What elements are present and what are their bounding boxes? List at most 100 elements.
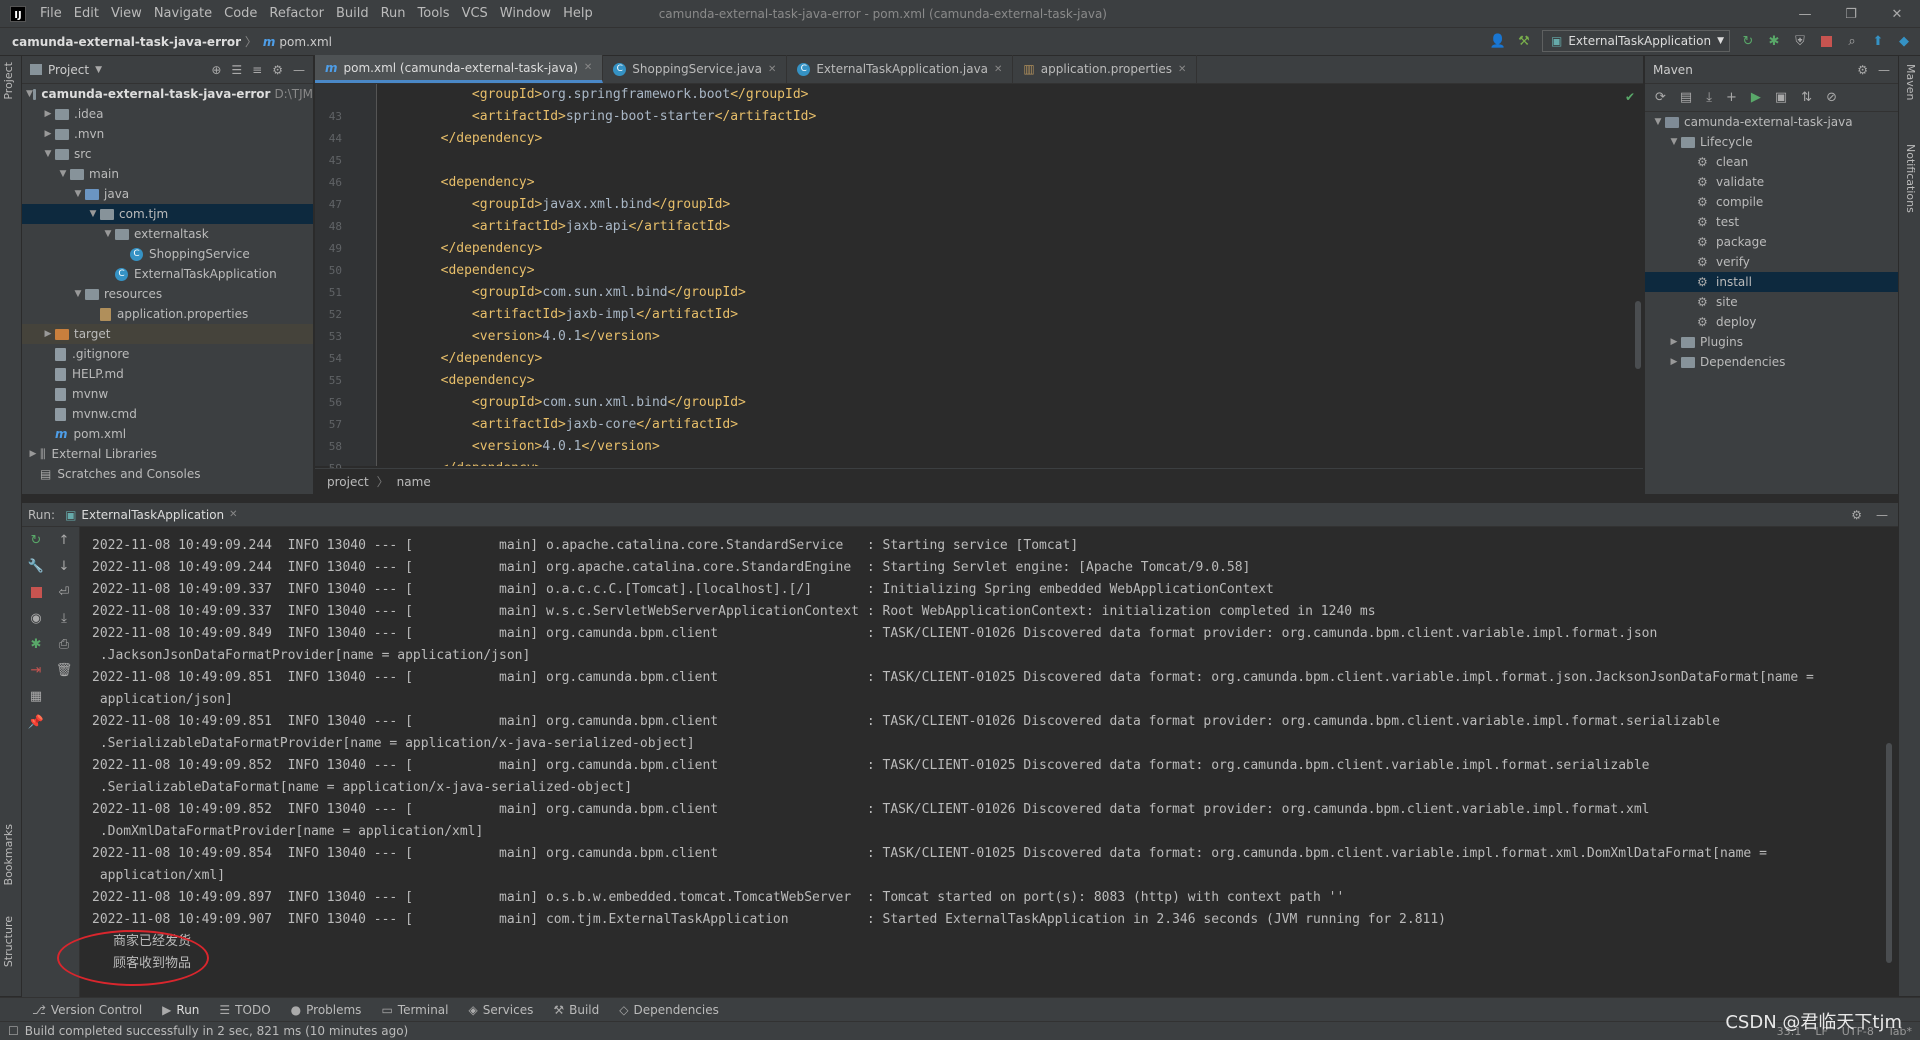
bookmarks-tool-tab[interactable]: Bookmarks [2, 824, 15, 885]
console-output[interactable]: 2022-11-08 10:49:09.244 INFO 13040 --- [… [92, 527, 1878, 997]
wrench-icon[interactable]: 🔧 [22, 553, 50, 579]
tree-item[interactable]: ▼ main [22, 164, 313, 184]
locate-icon[interactable]: ⊕ [211, 63, 221, 77]
tree-item[interactable]: C ExternalTaskApplication [22, 264, 313, 284]
chevron-right-icon[interactable]: ▶ [41, 109, 55, 119]
gear-icon[interactable]: ⚙ [1851, 508, 1862, 522]
tree-item[interactable]: ▶ target [22, 324, 313, 344]
chevron-down-icon[interactable]: ▼ [101, 229, 115, 239]
tree-item[interactable]: ▶ .mvn [22, 124, 313, 144]
add-icon[interactable]: + [1726, 90, 1737, 105]
maven-goal-package[interactable]: ⚙ package [1645, 232, 1898, 252]
tool-tab-build[interactable]: ⚒ Build [553, 1003, 599, 1017]
notifications-tool-tab[interactable]: Notifications [1904, 144, 1917, 213]
maven-goal-test[interactable]: ⚙ test [1645, 212, 1898, 232]
chevron-down-icon[interactable]: ▼ [71, 289, 85, 299]
run-icon[interactable]: ▶ [1751, 90, 1761, 105]
chevron-down-icon[interactable]: ▼ [1667, 137, 1681, 147]
chevron-down-icon[interactable]: ▼ [41, 149, 55, 159]
editor-breadcrumb-name[interactable]: name [397, 475, 431, 489]
maven-tool-tab[interactable]: Maven [1904, 64, 1917, 100]
tree-item[interactable]: C ShoppingService [22, 244, 313, 264]
expand-all-icon[interactable]: ☰ [231, 63, 242, 77]
menu-code[interactable]: Code [218, 6, 263, 21]
menu-edit[interactable]: Edit [68, 6, 105, 21]
tool-tab-run[interactable]: ▶ Run [162, 1003, 199, 1017]
menu-vcs[interactable]: VCS [456, 6, 494, 21]
skip-tests-icon[interactable]: ⊘ [1826, 90, 1837, 105]
tool-tab-terminal[interactable]: ▭ Terminal [381, 1003, 448, 1017]
gear-icon[interactable]: ⚙ [1857, 63, 1868, 77]
editor-tab[interactable]: C ExternalTaskApplication.java ✕ [787, 55, 1014, 83]
editor-tab[interactable]: m pom.xml (camunda-external-task-java) ✕ [315, 55, 604, 83]
update-icon[interactable]: ⬆ [1870, 33, 1886, 49]
code-view[interactable]: <groupId>org.springframework.boot</group… [378, 84, 1633, 466]
editor-scrollbar[interactable] [1635, 301, 1641, 369]
execute-goal-icon[interactable]: ▣ [1775, 90, 1787, 105]
tree-item[interactable]: ▼ resources [22, 284, 313, 304]
maven-dependencies[interactable]: ▶ Dependencies [1645, 352, 1898, 372]
chevron-right-icon[interactable]: ▶ [1667, 337, 1681, 347]
soft-wrap-icon[interactable]: ⏎ [50, 579, 78, 605]
editor-tab[interactable]: ▥ application.properties ✕ [1013, 55, 1198, 83]
chevron-down-icon[interactable]: ▼ [86, 209, 100, 219]
menu-help[interactable]: Help [557, 6, 599, 21]
gear-icon[interactable]: ⚙ [272, 63, 283, 77]
camera-icon[interactable]: ◉ [22, 605, 50, 631]
maven-goal-clean[interactable]: ⚙ clean [1645, 152, 1898, 172]
maven-goal-deploy[interactable]: ⚙ deploy [1645, 312, 1898, 332]
menu-view[interactable]: View [105, 6, 148, 21]
inspection-ok-icon[interactable]: ✔ [1625, 90, 1635, 104]
maven-goal-validate[interactable]: ⚙ validate [1645, 172, 1898, 192]
chevron-down-icon[interactable]: ▼ [56, 169, 70, 179]
editor-breadcrumb-project[interactable]: project [327, 475, 369, 489]
maven-goal-verify[interactable]: ⚙ verify [1645, 252, 1898, 272]
structure-tool-tab[interactable]: Structure [2, 916, 15, 967]
stop-icon[interactable] [1818, 33, 1834, 49]
maven-goal-compile[interactable]: ⚙ compile [1645, 192, 1898, 212]
debug-icon[interactable]: ✱ [22, 631, 50, 657]
menu-window[interactable]: Window [494, 6, 557, 21]
tool-tab-problems[interactable]: ● Problems [291, 1003, 362, 1017]
maven-goal-site[interactable]: ⚙ site [1645, 292, 1898, 312]
tree-item[interactable]: m pom.xml [22, 424, 313, 444]
tree-item[interactable]: ▼ src [22, 144, 313, 164]
tree-item[interactable]: ▼ com.tjm [22, 204, 313, 224]
stop-icon[interactable] [22, 579, 50, 605]
close-icon[interactable]: ✕ [768, 64, 776, 75]
close-icon[interactable]: ✕ [994, 64, 1002, 75]
tree-item[interactable]: .gitignore [22, 344, 313, 364]
hide-icon[interactable]: — [1876, 508, 1888, 522]
editor-tab[interactable]: C ShoppingService.java ✕ [603, 55, 788, 83]
menu-navigate[interactable]: Navigate [148, 6, 218, 21]
chevron-right-icon[interactable]: ▶ [41, 329, 55, 339]
breadcrumb-project[interactable]: camunda-external-task-java-error [12, 35, 241, 49]
tree-item[interactable]: mvnw.cmd [22, 404, 313, 424]
print-icon[interactable]: ⎙ [50, 631, 78, 657]
tool-tab-version-control[interactable]: ⎇ Version Control [32, 1003, 142, 1017]
status-message[interactable]: Build completed successfully in 2 sec, 8… [25, 1024, 408, 1038]
menu-run[interactable]: Run [375, 6, 412, 21]
rerun-icon[interactable]: ↻ [22, 527, 50, 553]
clear-icon[interactable]: 🗑 [50, 657, 78, 683]
tree-root[interactable]: ▼ camunda-external-task-java-error D:\TJ… [22, 84, 313, 104]
arrow-up-icon[interactable]: ↑ [50, 527, 78, 553]
chevron-down-icon[interactable]: ▼ [26, 89, 33, 99]
close-icon[interactable]: ✕ [584, 62, 592, 73]
tree-item[interactable]: ▼ externaltask [22, 224, 313, 244]
generate-sources-icon[interactable]: ▤ [1680, 90, 1692, 105]
tree-item[interactable]: ▶ ⫼ External Libraries [22, 444, 313, 464]
run-configuration-select[interactable]: ▣ ExternalTaskApplication ▼ [1542, 30, 1730, 52]
project-tool-tab[interactable]: Project [2, 62, 15, 100]
coverage-icon[interactable]: ⛨ [1792, 33, 1808, 49]
collapse-all-icon[interactable]: ≡ [252, 63, 262, 77]
maven-lifecycle[interactable]: ▼ Lifecycle [1645, 132, 1898, 152]
search-icon[interactable]: ⌕ [1844, 33, 1860, 49]
toggle-offline-icon[interactable]: ⇅ [1801, 90, 1812, 105]
tool-tab-services[interactable]: ◈ Services [469, 1003, 534, 1017]
chevron-right-icon[interactable]: ▶ [41, 129, 55, 139]
tree-item[interactable]: HELP.md [22, 364, 313, 384]
pin-icon[interactable]: 📌 [22, 709, 50, 735]
chevron-down-icon[interactable]: ▼ [1651, 117, 1665, 127]
hide-icon[interactable]: — [293, 63, 305, 77]
